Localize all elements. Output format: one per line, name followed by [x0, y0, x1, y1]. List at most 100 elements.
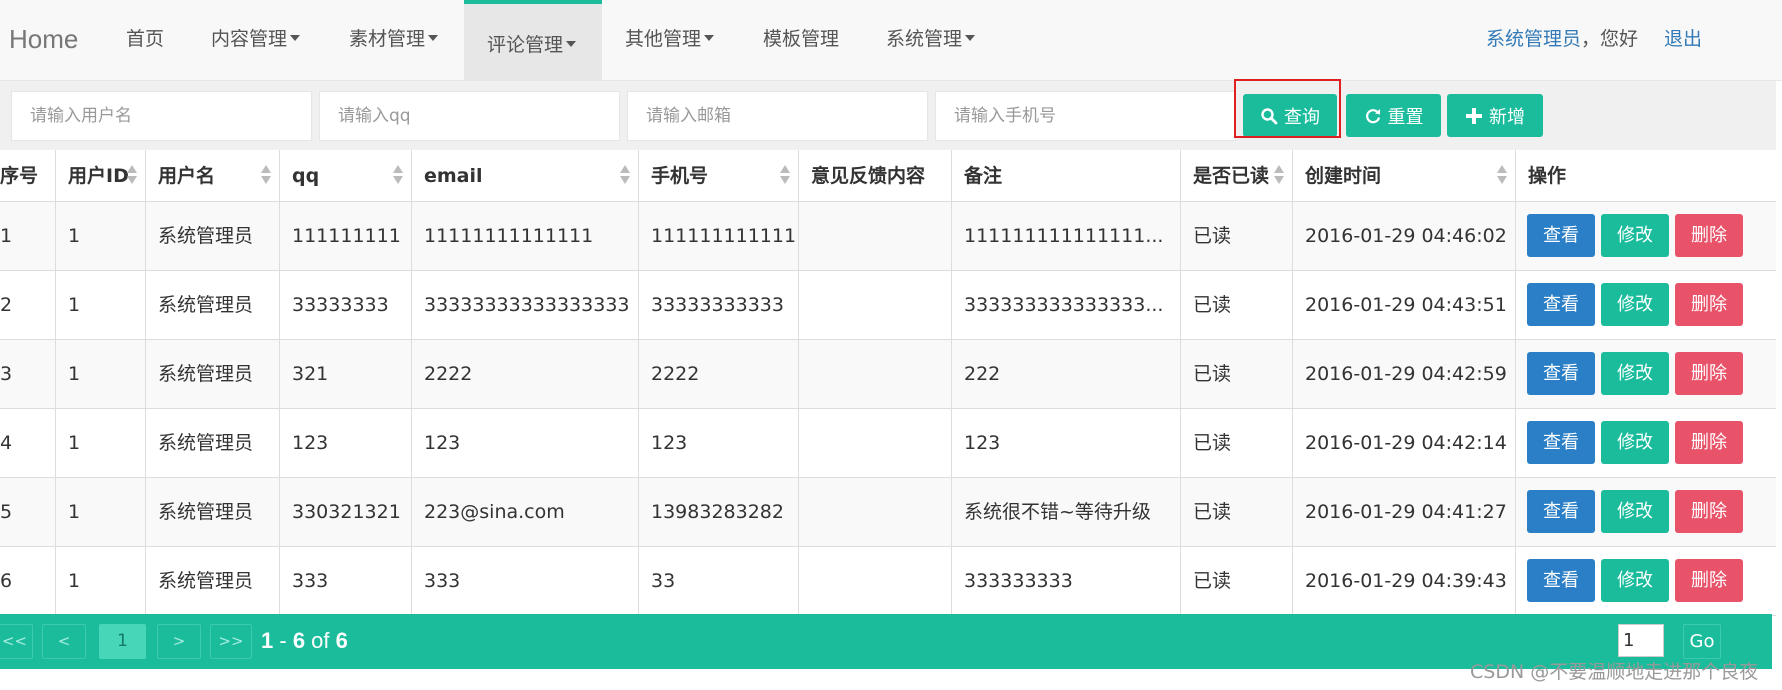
cell-created-time: 2016-01-29 04:42:14 — [1293, 409, 1516, 478]
nav-item-content[interactable]: 内容管理 — [211, 0, 301, 80]
sort-icon — [1274, 165, 1284, 187]
caret-down-icon — [704, 35, 715, 41]
username-filter-input[interactable]: 请输入用户名 — [11, 91, 312, 141]
cell-actions: 查看 修改 删除 — [1516, 340, 1776, 409]
sort-icon — [393, 165, 403, 187]
cell-phone: 33 — [639, 547, 799, 616]
cell-username: 系统管理员 — [146, 547, 280, 616]
cell-email: 223@sina.com — [412, 478, 639, 547]
delete-button[interactable]: 删除 — [1675, 490, 1743, 533]
user-name-link[interactable]: 系统管理员 — [1486, 28, 1581, 50]
last-page-button[interactable]: >> — [210, 624, 252, 659]
cell-read-status: 已读 — [1181, 478, 1293, 547]
nav-item-comments[interactable]: 评论管理 — [464, 0, 602, 80]
cell-user-id: 1 — [56, 202, 146, 271]
page-1-button[interactable]: 1 — [99, 624, 146, 659]
col-header-created[interactable]: 创建时间 — [1293, 150, 1516, 202]
cell-email: 123 — [412, 409, 639, 478]
cell-user-id: 1 — [56, 340, 146, 409]
cell-remark: 123 — [952, 409, 1181, 478]
plus-icon — [1466, 107, 1482, 124]
delete-button[interactable]: 删除 — [1675, 421, 1743, 464]
brand-home-link[interactable]: Home — [9, 24, 78, 55]
first-page-button[interactable]: << — [0, 624, 33, 659]
delete-button[interactable]: 删除 — [1675, 283, 1743, 326]
cell-feedback — [799, 409, 952, 478]
cell-feedback — [799, 271, 952, 340]
greeting-text: ，您好 — [1581, 28, 1639, 50]
table-row: 2 1 系统管理员 33333333 33333333333333333 333… — [0, 271, 1776, 340]
cell-index: 4 — [0, 409, 56, 478]
cell-created-time: 2016-01-29 04:46:02 — [1293, 202, 1516, 271]
cell-username: 系统管理员 — [146, 202, 280, 271]
nav-item-home[interactable]: 首页 — [126, 0, 164, 80]
prev-page-button[interactable]: < — [42, 624, 86, 659]
delete-button[interactable]: 删除 — [1675, 214, 1743, 257]
cell-read-status: 已读 — [1181, 340, 1293, 409]
table-row: 1 1 系统管理员 111111111 11111111111111 11111… — [0, 202, 1776, 271]
table-row: 5 1 系统管理员 330321321 223@sina.com 1398328… — [0, 478, 1776, 547]
cell-index: 5 — [0, 478, 56, 547]
cell-feedback — [799, 202, 952, 271]
page-range-info: 1 - 6 of 6 — [261, 628, 348, 653]
cell-read-status: 已读 — [1181, 271, 1293, 340]
view-button[interactable]: 查看 — [1527, 283, 1595, 326]
nav-item-system[interactable]: 系统管理 — [886, 0, 976, 80]
user-greeting: 系统管理员，您好 — [1486, 24, 1638, 51]
search-button-highlight — [1234, 79, 1341, 138]
edit-button[interactable]: 修改 — [1601, 559, 1669, 602]
edit-button[interactable]: 修改 — [1601, 352, 1669, 395]
edit-button[interactable]: 修改 — [1601, 214, 1669, 257]
cell-actions: 查看 修改 删除 — [1516, 202, 1776, 271]
col-header-qq[interactable]: qq — [280, 150, 412, 202]
caret-down-icon — [428, 35, 439, 41]
cell-index: 2 — [0, 271, 56, 340]
add-button[interactable]: 新增 — [1447, 94, 1543, 137]
cell-username: 系统管理员 — [146, 478, 280, 547]
cell-actions: 查看 修改 删除 — [1516, 547, 1776, 616]
goto-page-input[interactable]: 1 — [1618, 624, 1664, 657]
view-button[interactable]: 查看 — [1527, 352, 1595, 395]
sort-icon — [127, 165, 137, 187]
nav-item-material[interactable]: 素材管理 — [349, 0, 439, 80]
nav-item-template[interactable]: 模板管理 — [763, 0, 839, 80]
cell-user-id: 1 — [56, 547, 146, 616]
edit-button[interactable]: 修改 — [1601, 283, 1669, 326]
col-header-email[interactable]: email — [412, 150, 639, 202]
cell-remark: 系统很不错~等待升级 — [952, 478, 1181, 547]
col-header-feedback: 意见反馈内容 — [799, 150, 952, 202]
logout-link[interactable]: 退出 — [1664, 24, 1702, 51]
cell-index: 6 — [0, 547, 56, 616]
cell-qq: 321 — [280, 340, 412, 409]
cell-user-id: 1 — [56, 478, 146, 547]
col-header-username[interactable]: 用户名 — [146, 150, 280, 202]
go-button[interactable]: Go — [1683, 624, 1721, 659]
edit-button[interactable]: 修改 — [1601, 421, 1669, 464]
next-page-button[interactable]: > — [157, 624, 201, 659]
qq-filter-input[interactable]: 请输入qq — [319, 91, 620, 141]
cell-actions: 查看 修改 删除 — [1516, 478, 1776, 547]
sort-icon — [261, 165, 271, 187]
cell-remark: 111111111111111... — [952, 202, 1181, 271]
col-header-index[interactable]: 序号 — [0, 150, 56, 202]
view-button[interactable]: 查看 — [1527, 490, 1595, 533]
email-filter-input[interactable]: 请输入邮箱 — [627, 91, 928, 141]
reset-button[interactable]: 重置 — [1346, 94, 1441, 137]
phone-filter-input[interactable]: 请输入手机号 — [935, 91, 1236, 141]
nav-item-other[interactable]: 其他管理 — [625, 0, 715, 80]
col-header-phone[interactable]: 手机号 — [639, 150, 799, 202]
cell-remark: 333333333333333... — [952, 271, 1181, 340]
view-button[interactable]: 查看 — [1527, 421, 1595, 464]
view-button[interactable]: 查看 — [1527, 559, 1595, 602]
caret-down-icon — [566, 41, 577, 47]
table-row: 3 1 系统管理员 321 2222 2222 222 已读 2016-01-2… — [0, 340, 1776, 409]
col-header-remark: 备注 — [952, 150, 1181, 202]
view-button[interactable]: 查看 — [1527, 214, 1595, 257]
edit-button[interactable]: 修改 — [1601, 490, 1669, 533]
col-header-read[interactable]: 是否已读 — [1181, 150, 1293, 202]
delete-button[interactable]: 删除 — [1675, 352, 1743, 395]
delete-button[interactable]: 删除 — [1675, 559, 1743, 602]
cell-qq: 123 — [280, 409, 412, 478]
cell-phone: 2222 — [639, 340, 799, 409]
col-header-user-id[interactable]: 用户ID — [56, 150, 146, 202]
